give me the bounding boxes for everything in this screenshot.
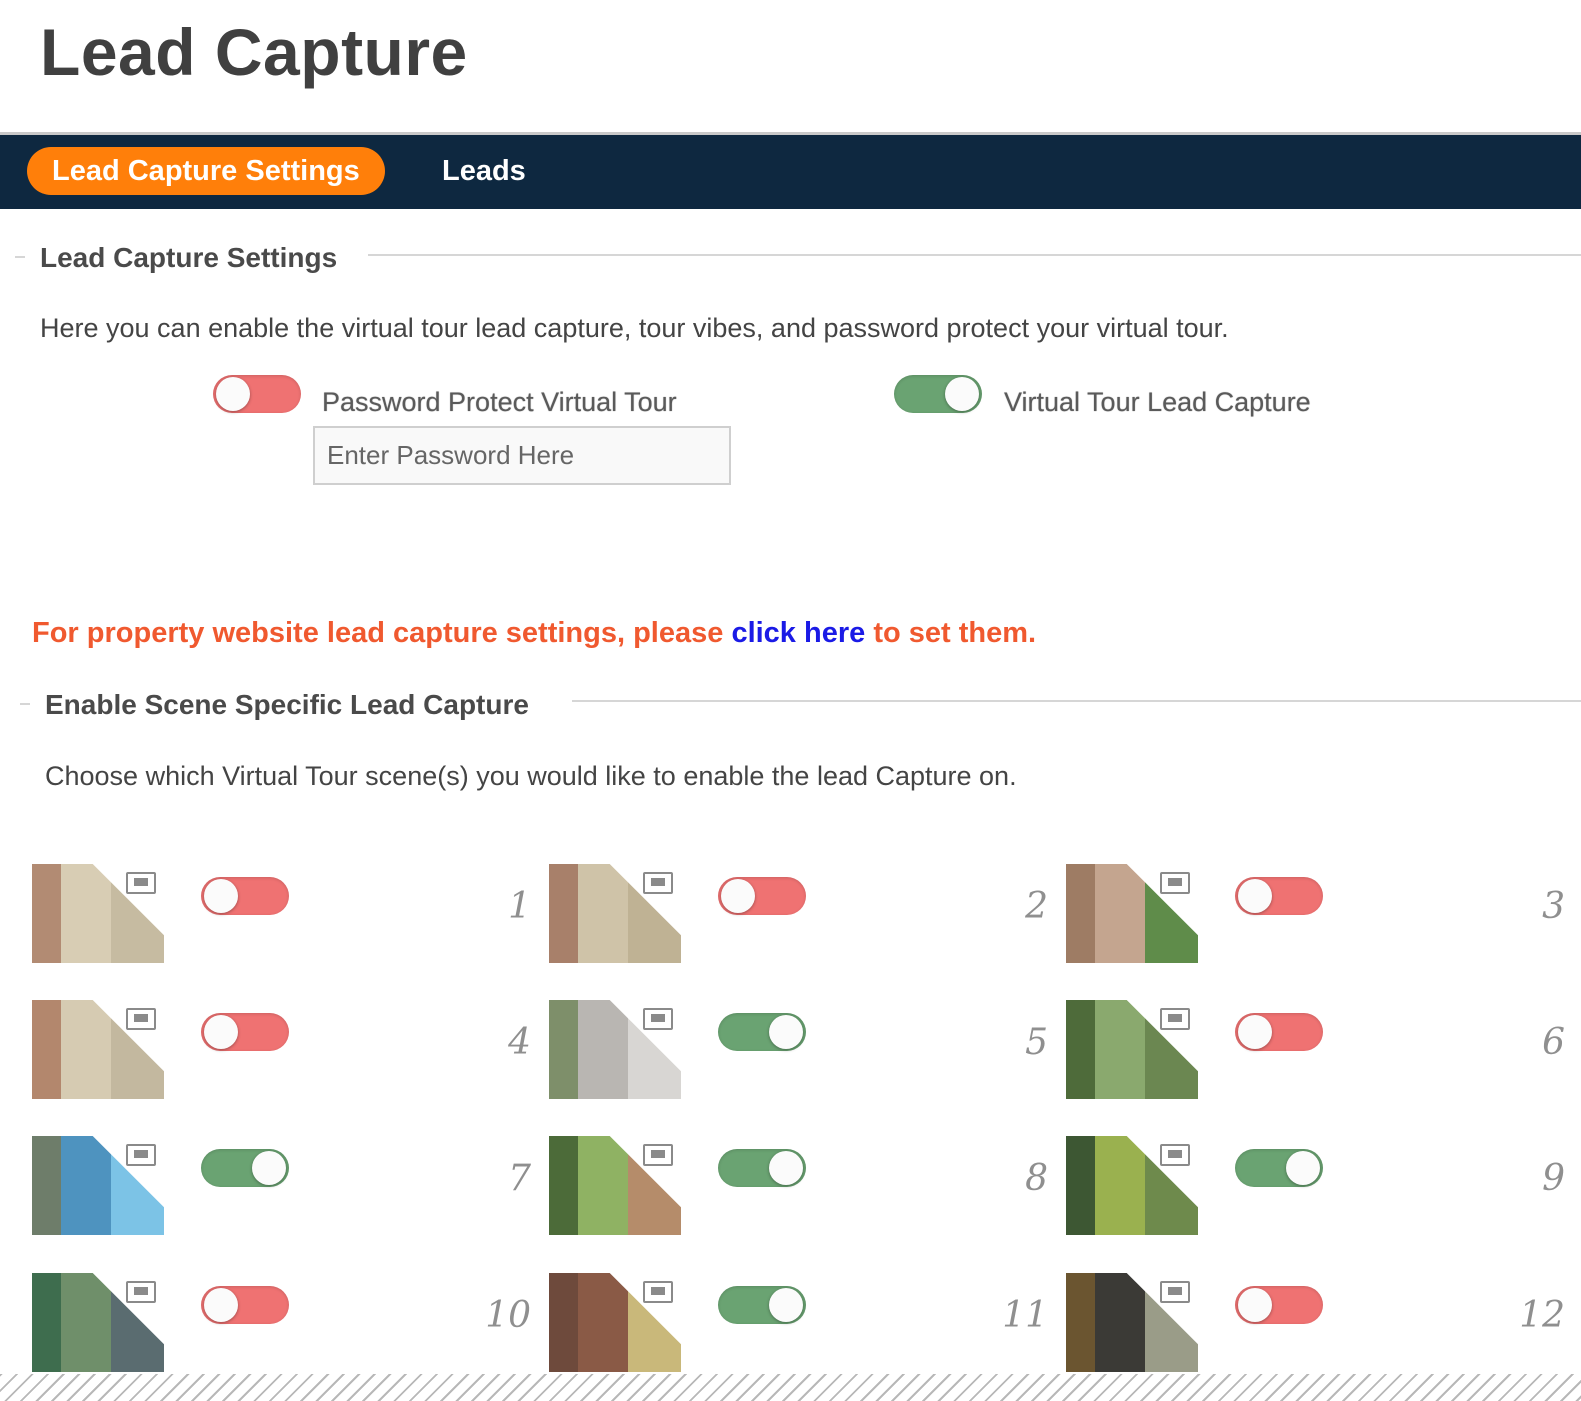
lead-capture-toggle[interactable] [894, 375, 982, 413]
scene-number: 11 [1002, 1295, 1048, 1336]
scene-thumbnail[interactable] [32, 1273, 164, 1372]
tab-lead-capture-settings[interactable]: Lead Capture Settings [27, 147, 385, 195]
scene-item: 7 [32, 1136, 549, 1256]
scene-thumbnail[interactable] [1066, 864, 1198, 963]
torn-edge [0, 1374, 1581, 1401]
scene-thumbnail[interactable] [549, 864, 681, 963]
toggle-knob [216, 377, 250, 411]
fieldset-border-left [15, 256, 25, 258]
image-icon [643, 1281, 673, 1303]
scene-number: 10 [485, 1295, 531, 1336]
scene-item: 1 [32, 864, 549, 984]
scene-item: 6 [1066, 1000, 1581, 1120]
scene-item: 4 [32, 1000, 549, 1120]
password-protect-toggle[interactable] [213, 375, 301, 413]
scene-lead-capture-toggle[interactable] [1235, 1149, 1323, 1187]
toggle-knob [1238, 1015, 1272, 1049]
scene-lead-capture-toggle[interactable] [718, 877, 806, 915]
image-icon [126, 1281, 156, 1303]
scene-lead-capture-toggle[interactable] [718, 1149, 806, 1187]
scene-item: 3 [1066, 864, 1581, 984]
scene-item: 8 [549, 1136, 1066, 1256]
scene-number: 2 [1025, 886, 1048, 927]
image-icon [643, 1008, 673, 1030]
scene-lead-capture-toggle[interactable] [201, 877, 289, 915]
settings-legend: Lead Capture Settings [40, 242, 338, 273]
scene-thumbnail[interactable] [32, 864, 164, 963]
password-protect-label: Password Protect Virtual Tour [322, 387, 677, 417]
scene-lead-capture-toggle[interactable] [201, 1149, 289, 1187]
toggle-knob [721, 879, 755, 913]
scene-number: 12 [1519, 1295, 1565, 1336]
toggle-knob [252, 1151, 286, 1185]
scene-item: 5 [549, 1000, 1066, 1120]
scene-number: 1 [508, 886, 531, 927]
scene-number: 8 [1025, 1158, 1048, 1199]
scenes-description: Choose which Virtual Tour scene(s) you w… [45, 761, 1017, 791]
notice-prefix: For property website lead capture settin… [32, 617, 732, 649]
notice-suffix: to set them. [865, 617, 1037, 649]
scene-number: 7 [508, 1158, 531, 1199]
scene-number: 5 [1025, 1022, 1048, 1063]
image-icon [1160, 1144, 1190, 1166]
image-icon [643, 872, 673, 894]
image-icon [1160, 1008, 1190, 1030]
lead-capture-label: Virtual Tour Lead Capture [1004, 387, 1311, 417]
fieldset-border-left [20, 703, 30, 705]
property-website-notice: For property website lead capture settin… [32, 617, 1036, 650]
image-icon [126, 1008, 156, 1030]
scene-thumbnail[interactable] [1066, 1000, 1198, 1099]
toggle-knob [1238, 879, 1272, 913]
toggle-knob [769, 1151, 803, 1185]
scene-number: 4 [508, 1022, 531, 1063]
scene-lead-capture-toggle[interactable] [1235, 1013, 1323, 1051]
image-icon [126, 1144, 156, 1166]
toggle-knob [204, 1015, 238, 1049]
scene-lead-capture-toggle[interactable] [201, 1286, 289, 1324]
tab-leads[interactable]: Leads [442, 147, 526, 195]
toggle-knob [945, 377, 979, 411]
image-icon [1160, 1281, 1190, 1303]
image-icon [1160, 872, 1190, 894]
scene-thumbnail[interactable] [549, 1000, 681, 1099]
scene-thumbnail[interactable] [1066, 1136, 1198, 1235]
scene-lead-capture-toggle[interactable] [1235, 1286, 1323, 1324]
click-here-link[interactable]: click here [731, 617, 865, 649]
tab-bar: Lead Capture Settings Leads [0, 135, 1581, 209]
scene-thumbnail[interactable] [549, 1136, 681, 1235]
scene-item: 9 [1066, 1136, 1581, 1256]
scene-lead-capture-toggle[interactable] [1235, 877, 1323, 915]
fieldset-border-top [572, 700, 1581, 702]
scene-lead-capture-toggle[interactable] [718, 1013, 806, 1051]
scenes-legend: Enable Scene Specific Lead Capture [45, 689, 529, 720]
toggle-knob [769, 1015, 803, 1049]
image-icon [643, 1144, 673, 1166]
image-icon [126, 872, 156, 894]
scene-item: 2 [549, 864, 1066, 984]
page-title: Lead Capture [40, 15, 468, 89]
scene-number: 9 [1542, 1158, 1565, 1199]
fieldset-border-top [368, 254, 1581, 256]
toggle-knob [1238, 1288, 1272, 1322]
toggle-knob [769, 1288, 803, 1322]
scene-thumbnail[interactable] [549, 1273, 681, 1372]
scene-thumbnail[interactable] [1066, 1273, 1198, 1372]
scene-thumbnail[interactable] [32, 1136, 164, 1235]
scene-number: 6 [1542, 1022, 1565, 1063]
toggle-knob [204, 1288, 238, 1322]
scene-number: 3 [1542, 886, 1565, 927]
scene-lead-capture-toggle[interactable] [718, 1286, 806, 1324]
toggle-knob [204, 879, 238, 913]
toggle-knob [1286, 1151, 1320, 1185]
settings-description: Here you can enable the virtual tour lea… [40, 313, 1229, 343]
scene-thumbnail[interactable] [32, 1000, 164, 1099]
password-input[interactable] [313, 426, 731, 485]
scene-lead-capture-toggle[interactable] [201, 1013, 289, 1051]
